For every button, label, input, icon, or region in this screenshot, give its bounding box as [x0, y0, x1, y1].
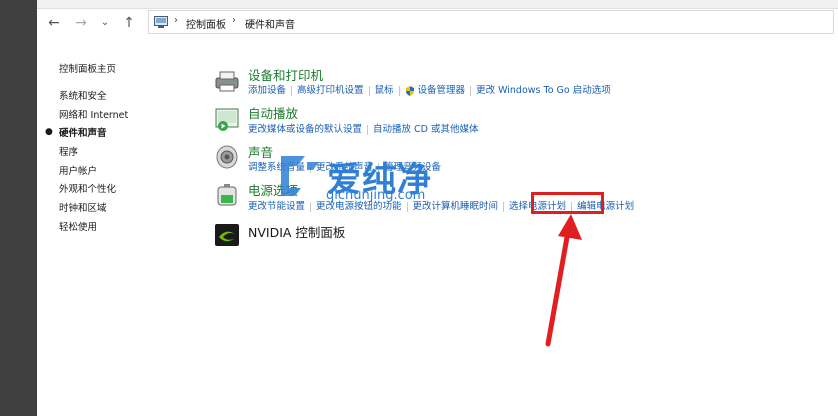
sidebar-item-system-security[interactable]: 系统和安全	[59, 88, 107, 102]
address-bar[interactable]: › 控制面板 › 硬件和声音	[148, 10, 834, 34]
advanced-printer-link[interactable]: 高级打印机设置	[297, 85, 364, 96]
watermark-url: qichunjing.com	[326, 188, 426, 203]
sidebar-item-appearance[interactable]: 外观和个性化	[59, 181, 116, 195]
link-divider	[503, 201, 505, 212]
uac-shield-icon	[405, 85, 415, 96]
add-device-link[interactable]: 添加设备	[248, 85, 286, 96]
link-divider	[368, 85, 370, 96]
watermark-logo-icon	[281, 156, 319, 196]
mouse-link[interactable]: 鼠标	[375, 85, 394, 96]
forward-arrow-icon[interactable]: →	[72, 14, 90, 32]
link-divider	[310, 201, 312, 212]
autoplay-title[interactable]: 自动播放	[248, 103, 298, 122]
breadcrumb-control-panel[interactable]: 控制面板	[186, 16, 226, 31]
link-divider	[291, 85, 293, 96]
control-panel-icon	[154, 16, 168, 28]
sidebar-item-clock-region[interactable]: 时钟和区域	[59, 200, 107, 214]
red-arrow-icon	[545, 214, 582, 347]
sidebar-item-network[interactable]: 网络和 Internet	[59, 107, 128, 121]
battery-icon	[217, 184, 237, 206]
devices-printers-links: 添加设备 高级打印机设置 鼠标 设备管理器 更改 Windows To Go 启动选项	[248, 82, 611, 96]
up-arrow-icon[interactable]: ↑	[120, 14, 138, 32]
autoplay-links: 更改媒体或设备的默认设置 自动播放 CD 或其他媒体	[248, 121, 479, 135]
printer-icon	[215, 71, 239, 92]
link-divider	[470, 85, 472, 96]
breadcrumb-hardware-sound[interactable]: 硬件和声音	[245, 16, 295, 31]
change-sleep-time-link[interactable]: 更改计算机睡眠时间	[413, 201, 499, 212]
link-divider	[406, 201, 408, 212]
link-divider	[367, 124, 369, 135]
link-divider	[398, 85, 400, 96]
windows-to-go-link[interactable]: 更改 Windows To Go 启动选项	[476, 85, 611, 96]
nvidia-control-panel-title[interactable]: NVIDIA 控制面板	[248, 222, 345, 241]
sidebar-item-home[interactable]: 控制面板主页	[59, 61, 116, 75]
change-power-saving-link[interactable]: 更改节能设置	[248, 201, 305, 212]
device-manager-link[interactable]: 设备管理器	[418, 85, 466, 96]
recent-dropdown-icon[interactable]: ⌄	[96, 14, 114, 32]
active-bullet: ●	[45, 127, 53, 137]
desktop-edge	[0, 0, 37, 416]
speaker-icon	[216, 145, 238, 169]
highlight-box	[531, 192, 604, 214]
sidebar-item-user-accounts[interactable]: 用户帐户	[59, 163, 97, 177]
sidebar-item-ease-of-access[interactable]: 轻松使用	[59, 219, 97, 233]
autoplay-cd-link[interactable]: 自动播放 CD 或其他媒体	[373, 124, 479, 135]
breadcrumb-separator: ›	[232, 15, 236, 26]
window-title-strip	[37, 0, 838, 9]
sidebar-item-hardware-sound[interactable]: 硬件和声音	[59, 125, 107, 139]
sidebar-item-programs[interactable]: 程序	[59, 144, 78, 158]
autoplay-icon	[215, 108, 239, 131]
nvidia-icon	[215, 224, 239, 246]
back-arrow-icon[interactable]: ←	[45, 14, 63, 32]
breadcrumb-separator: ›	[174, 15, 178, 26]
change-media-defaults-link[interactable]: 更改媒体或设备的默认设置	[248, 124, 362, 135]
